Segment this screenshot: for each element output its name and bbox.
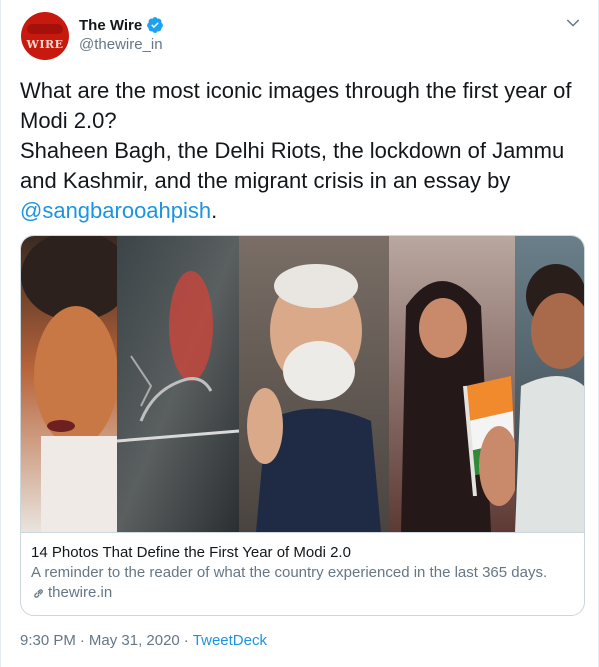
tweet-text-line: Shaheen Bagh, the Delhi Riots, the lockd… [20,138,565,163]
mention-suffix: . [211,198,218,223]
tweet-text-line: Modi 2.0? [20,108,117,133]
tweet-time[interactable]: 9:30 PM [20,632,76,649]
tweet-container: WIRE The Wire @thewire_in What are the m… [0,0,599,667]
card-image[interactable] [21,236,584,532]
verified-badge-icon [147,17,164,33]
meta-separator: · [183,632,189,649]
card-info[interactable]: 14 Photos That Define the First Year of … [21,532,584,615]
chevron-down-icon[interactable] [564,14,582,32]
author-block: The Wire @thewire_in [79,15,164,53]
tweet-text-line: What are the most iconic images through … [20,78,572,103]
mention-link[interactable]: @sangbarooahpish [20,198,211,223]
tweet-text-line: and Kashmir, and the migrant crisis in a… [20,168,511,193]
card-domain-text: thewire.in [48,584,113,601]
avatar[interactable]: WIRE [21,12,69,60]
tweet-text: What are the most iconic images through … [20,76,585,226]
meta-separator: · [79,632,85,649]
author-handle[interactable]: @thewire_in [79,36,164,53]
tweet-date[interactable]: May 31, 2020 [89,632,180,649]
link-icon [34,588,43,598]
author-name[interactable]: The Wire [79,17,142,34]
card-description: A reminder to the reader of what the cou… [31,564,548,581]
author-name-row: The Wire [79,15,164,35]
card-title[interactable]: 14 Photos That Define the First Year of … [31,543,574,563]
avatar-logo-text: WIRE [26,38,64,51]
link-card[interactable]: 14 Photos That Define the First Year of … [20,235,585,616]
avatar-logo-shape [27,24,63,34]
tweet-meta: 9:30 PM · May 31, 2020 · TweetDeck [20,632,267,649]
card-domain: thewire.in [31,583,574,603]
tweet-source[interactable]: TweetDeck [193,632,267,649]
tweet-text-line-last: @sangbarooahpish. [20,196,585,226]
card-image-collage [21,236,584,532]
